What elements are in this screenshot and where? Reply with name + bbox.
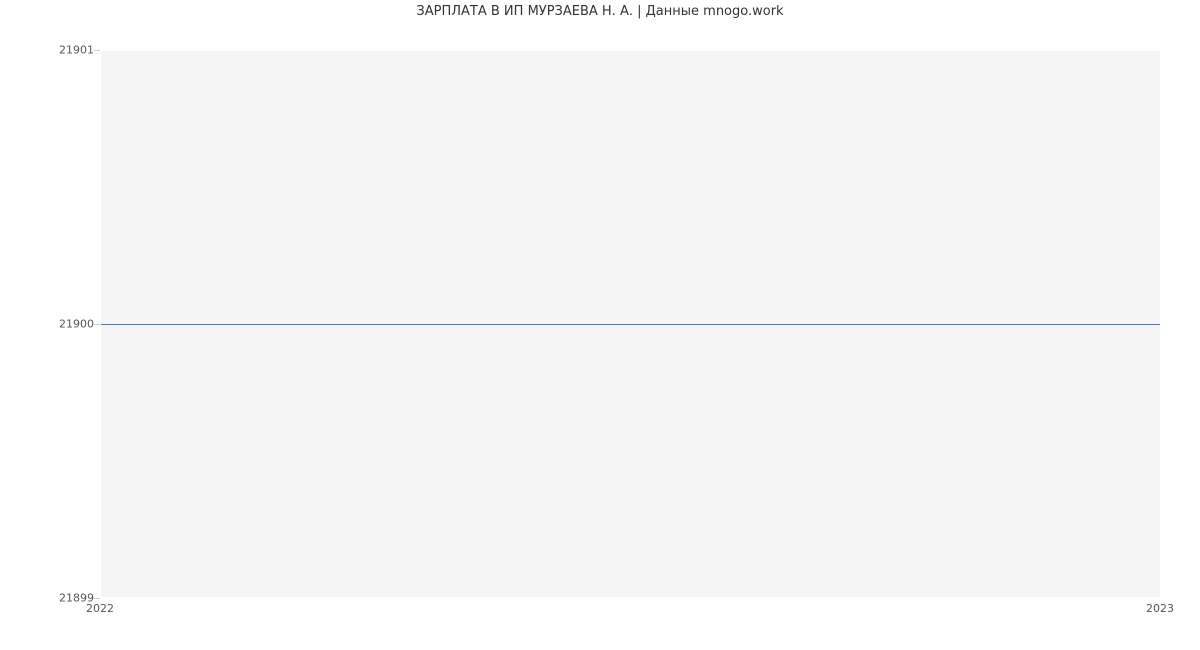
x-tick-label: 2022 (86, 602, 114, 615)
y-tick-label: 21901 (59, 44, 94, 57)
data-series-line (101, 324, 1160, 325)
gridline (101, 50, 1160, 51)
y-tick-mark (94, 598, 100, 599)
chart-title: ЗАРПЛАТА В ИП МУРЗАЕВА Н. А. | Данные mn… (0, 4, 1200, 19)
plot-area (100, 50, 1160, 598)
x-tick-label: 2023 (1146, 602, 1174, 615)
y-tick-label: 21900 (59, 318, 94, 331)
chart-container: ЗАРПЛАТА В ИП МУРЗАЕВА Н. А. | Данные mn… (0, 0, 1200, 650)
